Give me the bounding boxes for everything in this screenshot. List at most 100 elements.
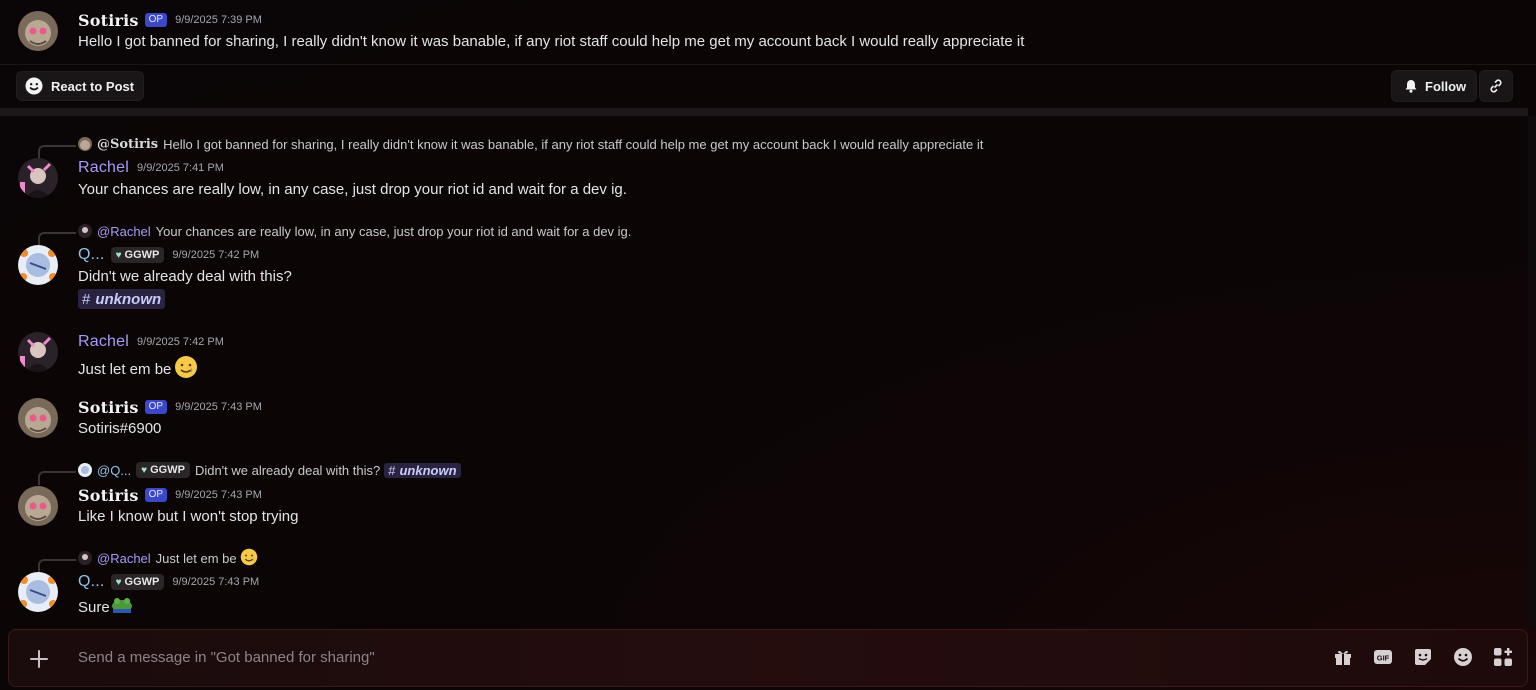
emoji-icon bbox=[25, 77, 43, 95]
message-header: Sotiris OP 9/9/2025 7:43 PM bbox=[78, 486, 262, 505]
op-post: Sotiris OP 9/9/2025 7:39 PM Hello I got … bbox=[0, 0, 1536, 65]
channel-name: unknown bbox=[95, 290, 162, 308]
reply-mention: @Rachel bbox=[97, 223, 151, 239]
reply-text: Didn't we already deal with this? bbox=[194, 462, 381, 478]
reply-mention: @Rachel bbox=[97, 550, 151, 566]
hash-icon: # bbox=[82, 290, 91, 308]
hash-icon: # bbox=[388, 462, 396, 478]
sotiris-avatar[interactable] bbox=[18, 486, 58, 526]
heart-icon: ♥ bbox=[141, 464, 148, 476]
rachel-avatar[interactable] bbox=[18, 158, 58, 198]
reply-spine bbox=[38, 232, 76, 246]
guild-tag-label: GGWP bbox=[124, 576, 160, 588]
reply-spine bbox=[38, 471, 76, 485]
reply-avatar bbox=[78, 224, 92, 238]
guild-tag-label: GGWP bbox=[150, 464, 185, 476]
rachel-avatar[interactable] bbox=[18, 332, 58, 372]
timestamp: 9/9/2025 7:42 PM bbox=[172, 249, 260, 261]
message-header: Q... ♥ GGWP 9/9/2025 7:43 PM bbox=[78, 573, 260, 591]
reply-preview[interactable]: @Rachel Just let em be bbox=[78, 548, 258, 569]
reply-preview[interactable]: @Q... ♥ GGWP Didn't we already deal with … bbox=[78, 462, 461, 478]
reply-avatar bbox=[78, 137, 92, 151]
gift-icon[interactable] bbox=[1333, 647, 1353, 667]
message-text: Like I know but I won't stop trying bbox=[78, 508, 299, 525]
frog-emoji-icon[interactable] bbox=[111, 595, 133, 619]
op-badge: OP bbox=[144, 488, 168, 502]
link-icon bbox=[1488, 78, 1504, 94]
follow-button[interactable]: Follow bbox=[1391, 70, 1478, 102]
heart-icon: ♥ bbox=[115, 576, 122, 588]
op-author-line: Sotiris OP 9/9/2025 7:39 PM bbox=[78, 11, 262, 30]
reply-avatar bbox=[78, 463, 92, 477]
guild-tag-label: GGWP bbox=[124, 249, 160, 261]
author-name[interactable]: Rachel bbox=[78, 333, 129, 351]
reply-text: Just let em be bbox=[155, 550, 237, 566]
reply-text: Your chances are really low, in any case… bbox=[155, 223, 632, 239]
op-badge: OP bbox=[144, 13, 168, 27]
reply-mention: @Q... bbox=[97, 462, 132, 478]
channel-name: unknown bbox=[399, 462, 457, 478]
guild-tag: ♥ GGWP bbox=[136, 462, 190, 478]
message-text: Didn't we already deal with this? bbox=[78, 268, 292, 285]
author-name[interactable]: Sotiris bbox=[78, 486, 139, 505]
reply-text: Hello I got banned for sharing, I really… bbox=[163, 136, 984, 152]
author-name[interactable]: Q... bbox=[78, 246, 105, 264]
channel-mention[interactable]: # unknown bbox=[78, 289, 166, 309]
add-attachment-button[interactable] bbox=[27, 647, 51, 671]
message-input[interactable]: Send a message in "Got banned for sharin… bbox=[78, 649, 375, 666]
message-content: Sure bbox=[78, 595, 133, 619]
sotiris-avatar[interactable] bbox=[18, 11, 58, 51]
react-to-post-button[interactable]: React to Post bbox=[16, 71, 145, 101]
q-avatar[interactable] bbox=[18, 245, 58, 285]
bell-icon bbox=[1404, 79, 1418, 93]
tearful-smile-emoji-icon[interactable] bbox=[174, 355, 198, 383]
message-composer: Send a message in "Got banned for sharin… bbox=[8, 629, 1528, 687]
author-name[interactable]: Q... bbox=[78, 573, 105, 591]
reply-spine bbox=[38, 559, 76, 573]
react-label: React to Post bbox=[51, 78, 135, 94]
timestamp: 9/9/2025 7:43 PM bbox=[175, 401, 262, 413]
op-post-text: Hello I got banned for sharing, I really… bbox=[78, 33, 1025, 50]
author-name[interactable]: Rachel bbox=[78, 159, 129, 177]
reply-avatar bbox=[78, 551, 92, 565]
guild-tag[interactable]: ♥ GGWP bbox=[110, 574, 165, 590]
timestamp: 9/9/2025 7:43 PM bbox=[175, 489, 262, 501]
message-header: Sotiris OP 9/9/2025 7:43 PM bbox=[78, 398, 262, 417]
reply-mention: @Sotiris bbox=[97, 136, 159, 152]
timestamp: 9/9/2025 7:43 PM bbox=[172, 576, 260, 588]
follow-label: Follow bbox=[1425, 78, 1467, 94]
heart-icon: ♥ bbox=[115, 249, 122, 261]
svg-text:GIF: GIF bbox=[1377, 654, 1390, 663]
channel-mention: # unknown bbox=[384, 462, 461, 478]
copy-link-button[interactable] bbox=[1479, 70, 1513, 102]
apps-icon[interactable] bbox=[1493, 647, 1513, 667]
reply-spine bbox=[38, 145, 76, 159]
timestamp: 9/9/2025 7:42 PM bbox=[137, 336, 224, 348]
post-toolbar: React to Post Follow bbox=[0, 64, 1536, 108]
message-content: Just let em be bbox=[78, 355, 198, 383]
reply-preview[interactable]: @Rachel Your chances are really low, in … bbox=[78, 223, 631, 239]
message-text: Your chances are really low, in any case… bbox=[78, 181, 627, 198]
message-text: Just let em be bbox=[78, 360, 172, 378]
scrollbar[interactable] bbox=[1528, 116, 1536, 628]
guild-tag[interactable]: ♥ GGWP bbox=[110, 247, 165, 263]
tearful-smile-emoji-icon bbox=[240, 548, 258, 569]
timestamp: 9/9/2025 7:39 PM bbox=[175, 14, 262, 26]
op-badge: OP bbox=[144, 400, 168, 414]
timestamp: 9/9/2025 7:41 PM bbox=[137, 162, 224, 174]
composer-actions: GIF bbox=[1333, 647, 1513, 667]
reply-preview[interactable]: @Sotiris Hello I got banned for sharing,… bbox=[78, 136, 983, 152]
sotiris-avatar[interactable] bbox=[18, 398, 58, 438]
gif-icon[interactable]: GIF bbox=[1373, 647, 1393, 667]
sticker-icon[interactable] bbox=[1413, 647, 1433, 667]
message-text: Sure bbox=[78, 598, 110, 616]
emoji-icon[interactable] bbox=[1453, 647, 1473, 667]
author-name[interactable]: Sotiris bbox=[78, 398, 139, 417]
divider bbox=[0, 108, 1528, 116]
message-header: Rachel 9/9/2025 7:42 PM bbox=[78, 333, 224, 351]
message-header: Q... ♥ GGWP 9/9/2025 7:42 PM bbox=[78, 246, 260, 264]
message-text: Sotiris#6900 bbox=[78, 420, 162, 437]
q-avatar[interactable] bbox=[18, 572, 58, 612]
message-header: Rachel 9/9/2025 7:41 PM bbox=[78, 159, 224, 177]
author-name[interactable]: Sotiris bbox=[78, 11, 139, 30]
